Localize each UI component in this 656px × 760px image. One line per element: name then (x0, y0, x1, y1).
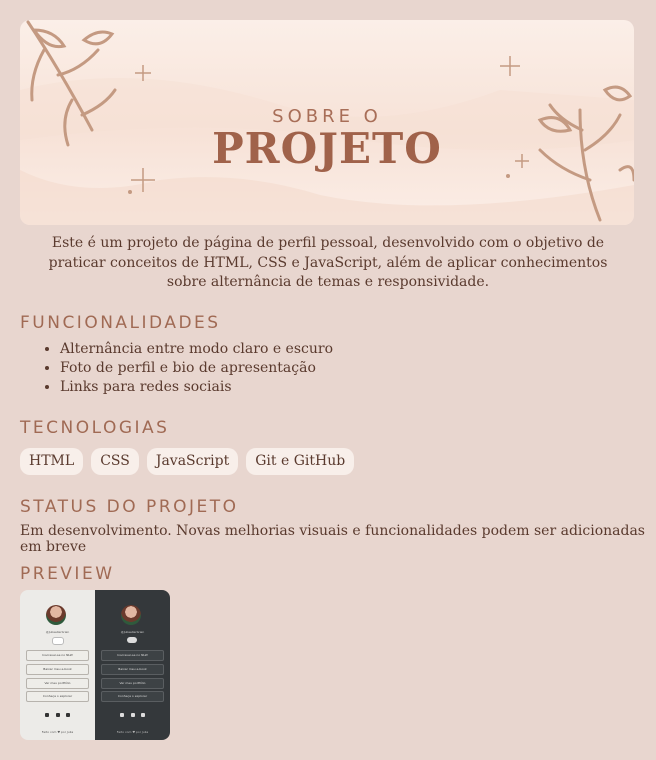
list-item: Links para redes sociais (60, 378, 333, 397)
linkedin-icon (141, 713, 145, 717)
preview-button: Inscrever-se no NLW (101, 650, 164, 661)
banner-image: SOBRE O PROJETO (20, 20, 634, 225)
technologies-heading: TECNOLOGIAS (20, 418, 170, 438)
github-icon (120, 713, 124, 717)
list-item: Alternância entre modo claro e escuro (60, 340, 333, 359)
avatar (46, 605, 66, 625)
preview-handle: @Juliaellerbrain (45, 630, 70, 634)
status-text: Em desenvolvimento. Novas melhorias visu… (20, 523, 645, 555)
preview-button: Baixar meu e-book (101, 664, 164, 675)
intro-text: Este é um projeto de página de perfil pe… (48, 235, 608, 290)
theme-toggle (127, 637, 137, 643)
preview-handle: @Juliaellerbrain (120, 630, 145, 634)
preview-button: Conheça o explorer (101, 691, 164, 702)
preview-image: @Juliaellerbrain Inscrever-se no NLW Bai… (20, 590, 170, 740)
avatar (121, 605, 141, 625)
tag-html: HTML (20, 448, 84, 475)
preview-button: Baixar meu e-book (26, 664, 89, 675)
list-item: Foto de perfil e bio de apresentação (60, 359, 333, 378)
preview-footer: Feito com ♥ por Julia (116, 730, 149, 734)
tech-tags: HTML CSS JavaScript Git e GitHub (20, 448, 355, 475)
preview-heading: PREVIEW (20, 564, 115, 584)
theme-toggle (52, 637, 64, 645)
tag-javascript: JavaScript (146, 448, 239, 475)
status-heading: STATUS DO PROJETO (20, 497, 239, 517)
preview-footer: Feito com ♥ por Julia (41, 730, 74, 734)
instagram-icon (131, 713, 135, 717)
features-heading: FUNCIONALIDADES (20, 313, 221, 333)
preview-dark-mode: @Juliaellerbrain Inscrever-se no NLW Bai… (95, 590, 170, 740)
linkedin-icon (66, 713, 70, 717)
preview-button: Conheça o explorer (26, 691, 89, 702)
tag-git-github: Git e GitHub (246, 448, 355, 475)
preview-button: Inscrever-se no NLW (26, 650, 89, 661)
preview-button: Ver meu portfólio (101, 678, 164, 689)
preview-button: Ver meu portfólio (26, 678, 89, 689)
tag-css: CSS (91, 448, 139, 475)
features-list: Alternância entre modo claro e escuro Fo… (20, 340, 333, 397)
banner-title: PROJETO (212, 124, 442, 173)
preview-light-mode: @Juliaellerbrain Inscrever-se no NLW Bai… (20, 590, 95, 740)
github-icon (45, 713, 49, 717)
instagram-icon (56, 713, 60, 717)
